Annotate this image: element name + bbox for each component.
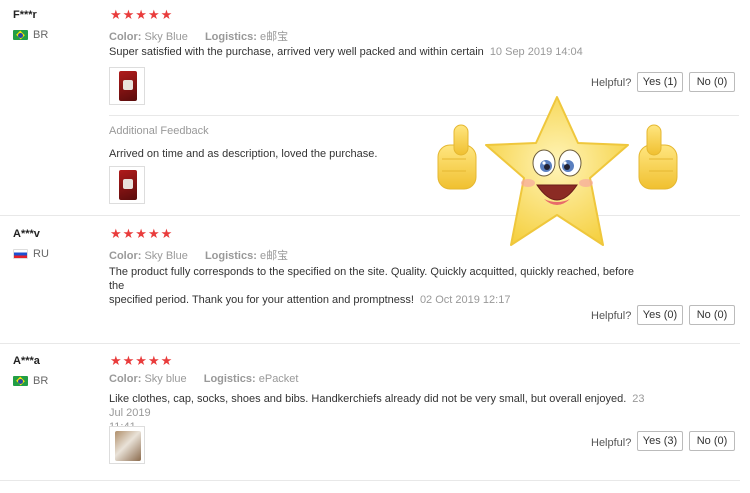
review-body-line2: specified period. Thank you for your att… xyxy=(109,294,414,306)
country-code: BR xyxy=(33,375,49,387)
logistics-label: Logistics: xyxy=(204,250,257,262)
additional-photo[interactable] xyxy=(109,166,145,204)
reviewer-country: RU xyxy=(13,248,49,260)
review-body: Super satisfied with the purchase, arriv… xyxy=(109,46,484,58)
additional-feedback-text: Arrived on time and as description, love… xyxy=(109,148,378,160)
review-date: 10 Sep 2019 14:04 xyxy=(489,46,583,58)
logistics-value: e邮宝 xyxy=(259,250,289,262)
review-divider xyxy=(0,343,740,344)
helpful-no-button[interactable]: No (0) xyxy=(689,305,735,325)
reviewer-country: BR xyxy=(13,29,48,41)
country-code: RU xyxy=(33,248,49,260)
order-info: Color: Sky Blue Logistics: e邮宝 xyxy=(109,247,288,263)
order-info: Color: Sky Blue Logistics: e邮宝 xyxy=(109,28,288,44)
color-value: Sky Blue xyxy=(144,250,188,262)
review-date: 02 Oct 2019 12:17 xyxy=(419,294,511,306)
helpful-label: Helpful? xyxy=(591,77,632,89)
review-text: Like clothes, cap, socks, shoes and bibs… xyxy=(109,392,659,434)
review-photo[interactable] xyxy=(109,426,145,464)
additional-feedback-label: Additional Feedback xyxy=(109,125,209,137)
review-text: Super satisfied with the purchase, arriv… xyxy=(109,45,583,59)
reviewer-name: F***r xyxy=(13,9,37,21)
helpful-yes-button[interactable]: Yes (0) xyxy=(637,305,683,325)
right-thumb-icon xyxy=(638,124,678,190)
helpful-yes-button[interactable]: Yes (3) xyxy=(637,431,683,451)
helpful-label: Helpful? xyxy=(591,310,632,322)
left-thumb-icon xyxy=(437,124,477,190)
helpful-yes-button[interactable]: Yes (1) xyxy=(637,72,683,92)
review-body: Like clothes, cap, socks, shoes and bibs… xyxy=(109,393,627,405)
logistics-label: Logistics: xyxy=(204,31,257,43)
smiling-star-thumbs-up-icon xyxy=(437,96,678,246)
rating-stars: ★★★★★ xyxy=(110,226,174,241)
color-label: Color: xyxy=(109,250,142,262)
logistics-value: e邮宝 xyxy=(259,31,289,43)
brazil-flag-icon xyxy=(13,376,28,386)
russia-flag-icon xyxy=(13,249,28,259)
reviewer-name: A***a xyxy=(13,355,40,367)
helpful-no-button[interactable]: No (0) xyxy=(689,72,735,92)
rating-stars: ★★★★★ xyxy=(110,353,174,368)
helpful-label: Helpful? xyxy=(591,437,632,449)
logistics-value: ePacket xyxy=(258,373,299,385)
rating-stars: ★★★★★ xyxy=(110,7,174,22)
brazil-flag-icon xyxy=(13,30,28,40)
color-label: Color: xyxy=(109,373,142,385)
review-divider xyxy=(0,480,740,481)
color-value: Sky Blue xyxy=(144,31,188,43)
color-value: Sky blue xyxy=(144,373,187,385)
review-photo[interactable] xyxy=(109,67,145,105)
country-code: BR xyxy=(33,29,49,41)
reviewer-name: A***v xyxy=(13,228,40,240)
color-label: Color: xyxy=(109,31,142,43)
order-info: Color: Sky blue Logistics: ePacket xyxy=(109,373,298,385)
logistics-label: Logistics: xyxy=(203,373,256,385)
helpful-no-button[interactable]: No (0) xyxy=(689,431,735,451)
review-text: The product fully corresponds to the spe… xyxy=(109,265,649,307)
reviewer-country: BR xyxy=(13,375,48,387)
review-body-line1: The product fully corresponds to the spe… xyxy=(109,266,635,292)
